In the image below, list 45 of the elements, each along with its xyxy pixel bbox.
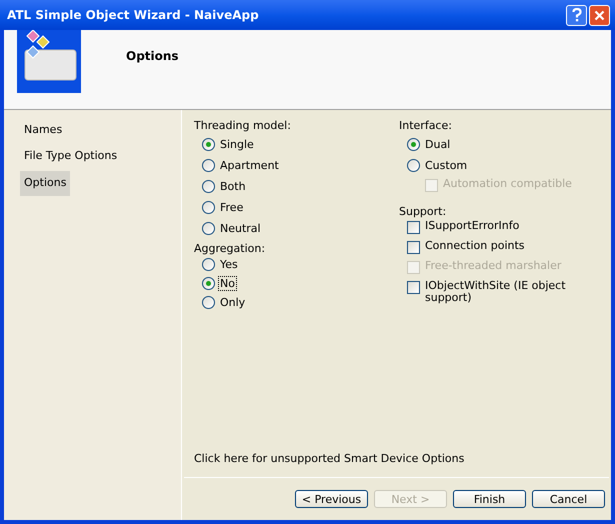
radio-label: Only [219, 296, 246, 309]
close-button[interactable] [589, 4, 610, 26]
radio-button[interactable] [407, 138, 420, 151]
sidebar-item[interactable]: Names [20, 120, 66, 140]
checkbox[interactable] [407, 221, 420, 234]
radio-button[interactable] [202, 180, 215, 193]
group-label: Aggregation: [194, 241, 266, 255]
checkbox-label: Free-threaded marshaler [425, 260, 562, 272]
checkbox[interactable] [407, 241, 420, 254]
radio-button[interactable] [202, 159, 215, 172]
radio-button[interactable] [407, 159, 420, 172]
dialog-button[interactable]: Finish [453, 490, 526, 508]
checkbox-label: ISupportErrorInfo [425, 220, 520, 232]
radio-button[interactable] [202, 258, 215, 271]
radio-label: Single [219, 138, 255, 151]
radio-button[interactable] [202, 277, 215, 290]
sidebar-item[interactable]: Options [20, 171, 70, 196]
radio-label: Apartment [219, 159, 280, 172]
window-title: ATL Simple Object Wizard - NaiveApp [7, 7, 260, 24]
help-button[interactable] [566, 4, 587, 26]
group-label: Interface: [399, 118, 453, 134]
checkbox-label: Automation compatible [443, 178, 573, 190]
radio-label: Custom [424, 159, 468, 172]
dialog-button[interactable]: < Previous [295, 490, 368, 508]
checkbox-label: Connection points [425, 240, 526, 252]
radio-label: Free [219, 201, 244, 214]
radio-label: Yes [219, 258, 239, 271]
page-title: Options [126, 48, 179, 65]
radio-button[interactable] [202, 296, 215, 309]
radio-button[interactable] [202, 201, 215, 214]
radio-label: No [219, 277, 236, 290]
dialog-button[interactable]: Cancel [532, 490, 605, 508]
radio-button[interactable] [202, 138, 215, 151]
question-mark-icon [572, 8, 582, 22]
group-label: Support: [399, 204, 448, 220]
radio-button[interactable] [202, 222, 215, 235]
sidebar-item[interactable]: File Type Options [20, 146, 122, 166]
close-icon [594, 10, 605, 20]
group-label: Threading model: [194, 118, 292, 134]
smart-device-link[interactable]: Click here for unsupported Smart Device Options [194, 452, 464, 465]
radio-label: Neutral [219, 222, 262, 235]
checkbox-label: IObjectWithSite (IE object support) [425, 280, 567, 304]
radio-label: Dual [424, 138, 452, 151]
radio-label: Both [219, 180, 247, 193]
checkbox[interactable] [407, 281, 420, 294]
